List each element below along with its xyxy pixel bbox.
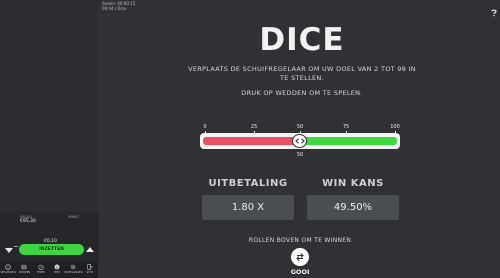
nav-label: WEDDEN — [18, 271, 31, 274]
win-chance-label: WIN KANS — [322, 178, 384, 189]
payout-value: 1.80 X — [202, 195, 294, 220]
info-icon — [5, 264, 11, 270]
drag-arrows-icon — [294, 138, 305, 144]
stake-row: €0,10 INZETTEN — [0, 238, 98, 260]
slider-lose-zone — [203, 137, 298, 145]
sidebar: SALDO €95,30 WINST €0,10 INZETTEN SPELRE… — [0, 0, 98, 278]
coins-icon — [21, 264, 28, 270]
scale-tick-label: 0 — [203, 124, 207, 130]
scale-tick-label: 50 — [296, 124, 304, 130]
scale-tick-label: 100 — [390, 124, 400, 130]
nav-label: SPELREGELS — [0, 271, 17, 274]
swap-arrows-icon — [296, 253, 304, 261]
win-block: WINST — [68, 215, 79, 220]
nav-item-wedden[interactable]: WEDDEN — [18, 262, 30, 278]
slider-win-zone — [302, 137, 397, 145]
stake-decrease-icon[interactable] — [5, 248, 13, 253]
instruction-play-text: DRUK OP WEDDEN OM TE SPELEN. — [241, 89, 363, 97]
nav-label: INFO — [54, 271, 61, 274]
bet-button[interactable]: INZETTEN — [19, 244, 84, 255]
balance-value: €95,30 — [20, 219, 36, 224]
game-list-area — [0, 0, 98, 212]
nav-item-timer[interactable]: TIMER — [35, 262, 47, 278]
gear-icon — [70, 264, 76, 270]
minus-icon — [14, 246, 18, 247]
nav-item-info[interactable]: INFO — [51, 262, 63, 278]
exit-icon — [87, 264, 93, 270]
clock-game-name: 09:44 | Dice — [102, 6, 127, 11]
timer-icon — [38, 264, 44, 270]
stake-increase-icon[interactable] — [86, 247, 94, 252]
session-info: Sessie: 00:00:15 09:44 | Dice — [102, 1, 135, 11]
win-chance-value: 49.50% — [307, 195, 399, 220]
nav-item-spelregels[interactable]: SPELREGELS — [0, 262, 17, 278]
nav-item-instellingen[interactable]: INSTELLINGEN — [64, 262, 83, 278]
nav-label: TIMER — [36, 271, 45, 274]
nav-label: INSTELLINGEN — [64, 271, 83, 274]
win-label: WINST — [68, 215, 80, 219]
bottom-nav: SPELREGELS WEDDEN TIMER INFO INSTELLINGE… — [0, 262, 98, 278]
help-icon[interactable] — [491, 2, 497, 17]
balance-row: SALDO €95,30 WINST — [0, 212, 98, 234]
scale-tick-label: 75 — [342, 124, 350, 130]
slider-value: 50 — [296, 152, 304, 158]
payout-label: UITBETALING — [208, 178, 288, 189]
target-slider[interactable] — [200, 133, 400, 149]
balance-block: SALDO €95,30 — [20, 215, 36, 224]
roll-mode-label: ROLLEN BOVEN OM TE WINNEN — [248, 237, 352, 244]
scale-tick-label: 25 — [250, 124, 258, 130]
nav-label: STOP — [86, 271, 94, 274]
go-label: GOOI — [290, 268, 310, 276]
instruction-text: VERPLAATS DE SCHUIFREGELAAR OM UW DOEL V… — [188, 65, 416, 82]
roll-toggle-button[interactable] — [291, 248, 309, 266]
game-title: DICE — [259, 22, 345, 58]
slider-handle[interactable] — [292, 134, 307, 148]
nav-item-stop[interactable]: STOP — [84, 262, 96, 278]
circle-info-icon — [54, 264, 60, 270]
